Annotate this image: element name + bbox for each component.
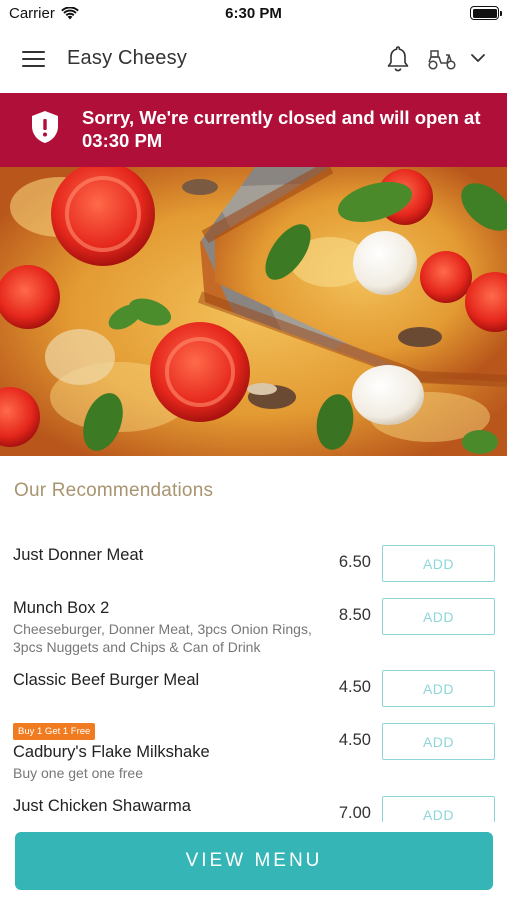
item-price: 8.50 bbox=[338, 606, 371, 624]
closed-message: Sorry, We're currently closed and will o… bbox=[82, 107, 481, 151]
scooter-icon[interactable] bbox=[427, 47, 457, 71]
bell-icon[interactable] bbox=[386, 45, 410, 73]
closed-banner: Sorry, We're currently closed and will o… bbox=[0, 93, 507, 167]
battery-icon bbox=[470, 6, 502, 20]
recommendation-list: Just Donner Meat 6.50 ADD Munch Box 2 Ch… bbox=[0, 532, 507, 822]
hero-image bbox=[0, 167, 507, 456]
add-button[interactable]: ADD bbox=[382, 670, 495, 707]
item-price: 4.50 bbox=[338, 678, 371, 696]
hamburger-menu-icon[interactable] bbox=[22, 51, 45, 67]
item-description: Cheeseburger, Donner Meat, 3pcs Onion Ri… bbox=[13, 621, 312, 655]
restaurant-name: Easy Cheesy bbox=[67, 47, 188, 69]
shield-alert-icon bbox=[32, 111, 58, 143]
add-button[interactable]: ADD bbox=[382, 723, 495, 760]
item-price: 6.50 bbox=[338, 553, 371, 571]
chevron-down-icon[interactable] bbox=[470, 52, 486, 64]
item-name: Munch Box 2 bbox=[13, 599, 110, 617]
offer-badge: Buy 1 Get 1 Free bbox=[13, 723, 96, 740]
item-description: Buy one get one free bbox=[13, 765, 143, 781]
clock: 6:30 PM bbox=[225, 5, 282, 22]
item-name: Cadbury's Flake Milkshake bbox=[13, 743, 210, 761]
add-button[interactable]: ADD bbox=[382, 598, 495, 635]
view-menu-button[interactable]: VIEW MENU bbox=[15, 832, 493, 890]
pizza-photo bbox=[0, 167, 507, 456]
recommendations-title: Our Recommendations bbox=[14, 480, 214, 501]
add-button[interactable]: ADD bbox=[382, 796, 495, 822]
app-header: Easy Cheesy bbox=[0, 28, 507, 92]
item-name: Just Donner Meat bbox=[13, 546, 144, 564]
item-name: Classic Beef Burger Meal bbox=[13, 671, 200, 689]
item-price: 7.00 bbox=[338, 804, 371, 822]
item-price: 4.50 bbox=[338, 731, 371, 749]
item-name: Just Chicken Shawarma bbox=[13, 797, 191, 815]
status-bar: Carrier 6:30 PM bbox=[0, 0, 507, 28]
add-button[interactable]: ADD bbox=[382, 545, 495, 582]
